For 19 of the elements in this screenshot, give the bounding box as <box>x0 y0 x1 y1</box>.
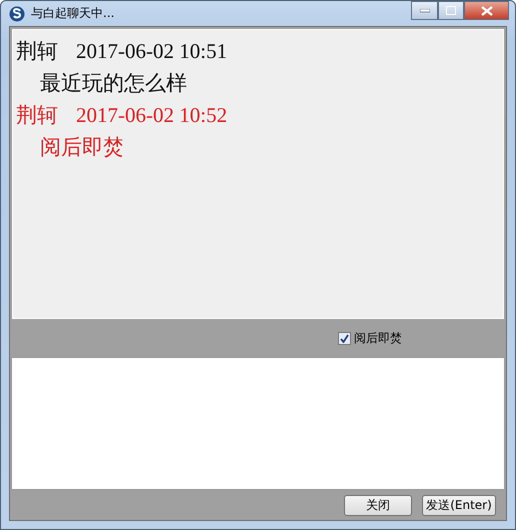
checkmark-icon <box>340 334 349 342</box>
window-title: 与白起聊天中... <box>31 5 116 22</box>
message-text: 阅后即焚 <box>40 134 124 161</box>
message-input[interactable] <box>11 357 505 490</box>
message-text: 最近玩的怎么样 <box>40 70 187 97</box>
sender-name: 荆轲 <box>16 38 58 65</box>
close-button[interactable] <box>464 1 509 20</box>
message-time: 2017-06-02 10:52 <box>76 102 228 128</box>
minimize-button[interactable] <box>411 1 438 20</box>
message-time: 2017-06-02 10:51 <box>76 38 228 64</box>
minimize-icon <box>420 8 430 12</box>
burn-after-reading-checkbox[interactable]: 阅后即焚 <box>338 330 402 346</box>
sender-name: 荆轲 <box>16 102 58 129</box>
maximize-icon <box>446 6 456 15</box>
close-icon <box>480 6 492 16</box>
send-button[interactable]: 发送(Enter) <box>422 494 496 516</box>
close-chat-button[interactable]: 关闭 <box>344 494 412 516</box>
maximize-button[interactable] <box>438 1 464 20</box>
app-icon <box>9 6 25 22</box>
